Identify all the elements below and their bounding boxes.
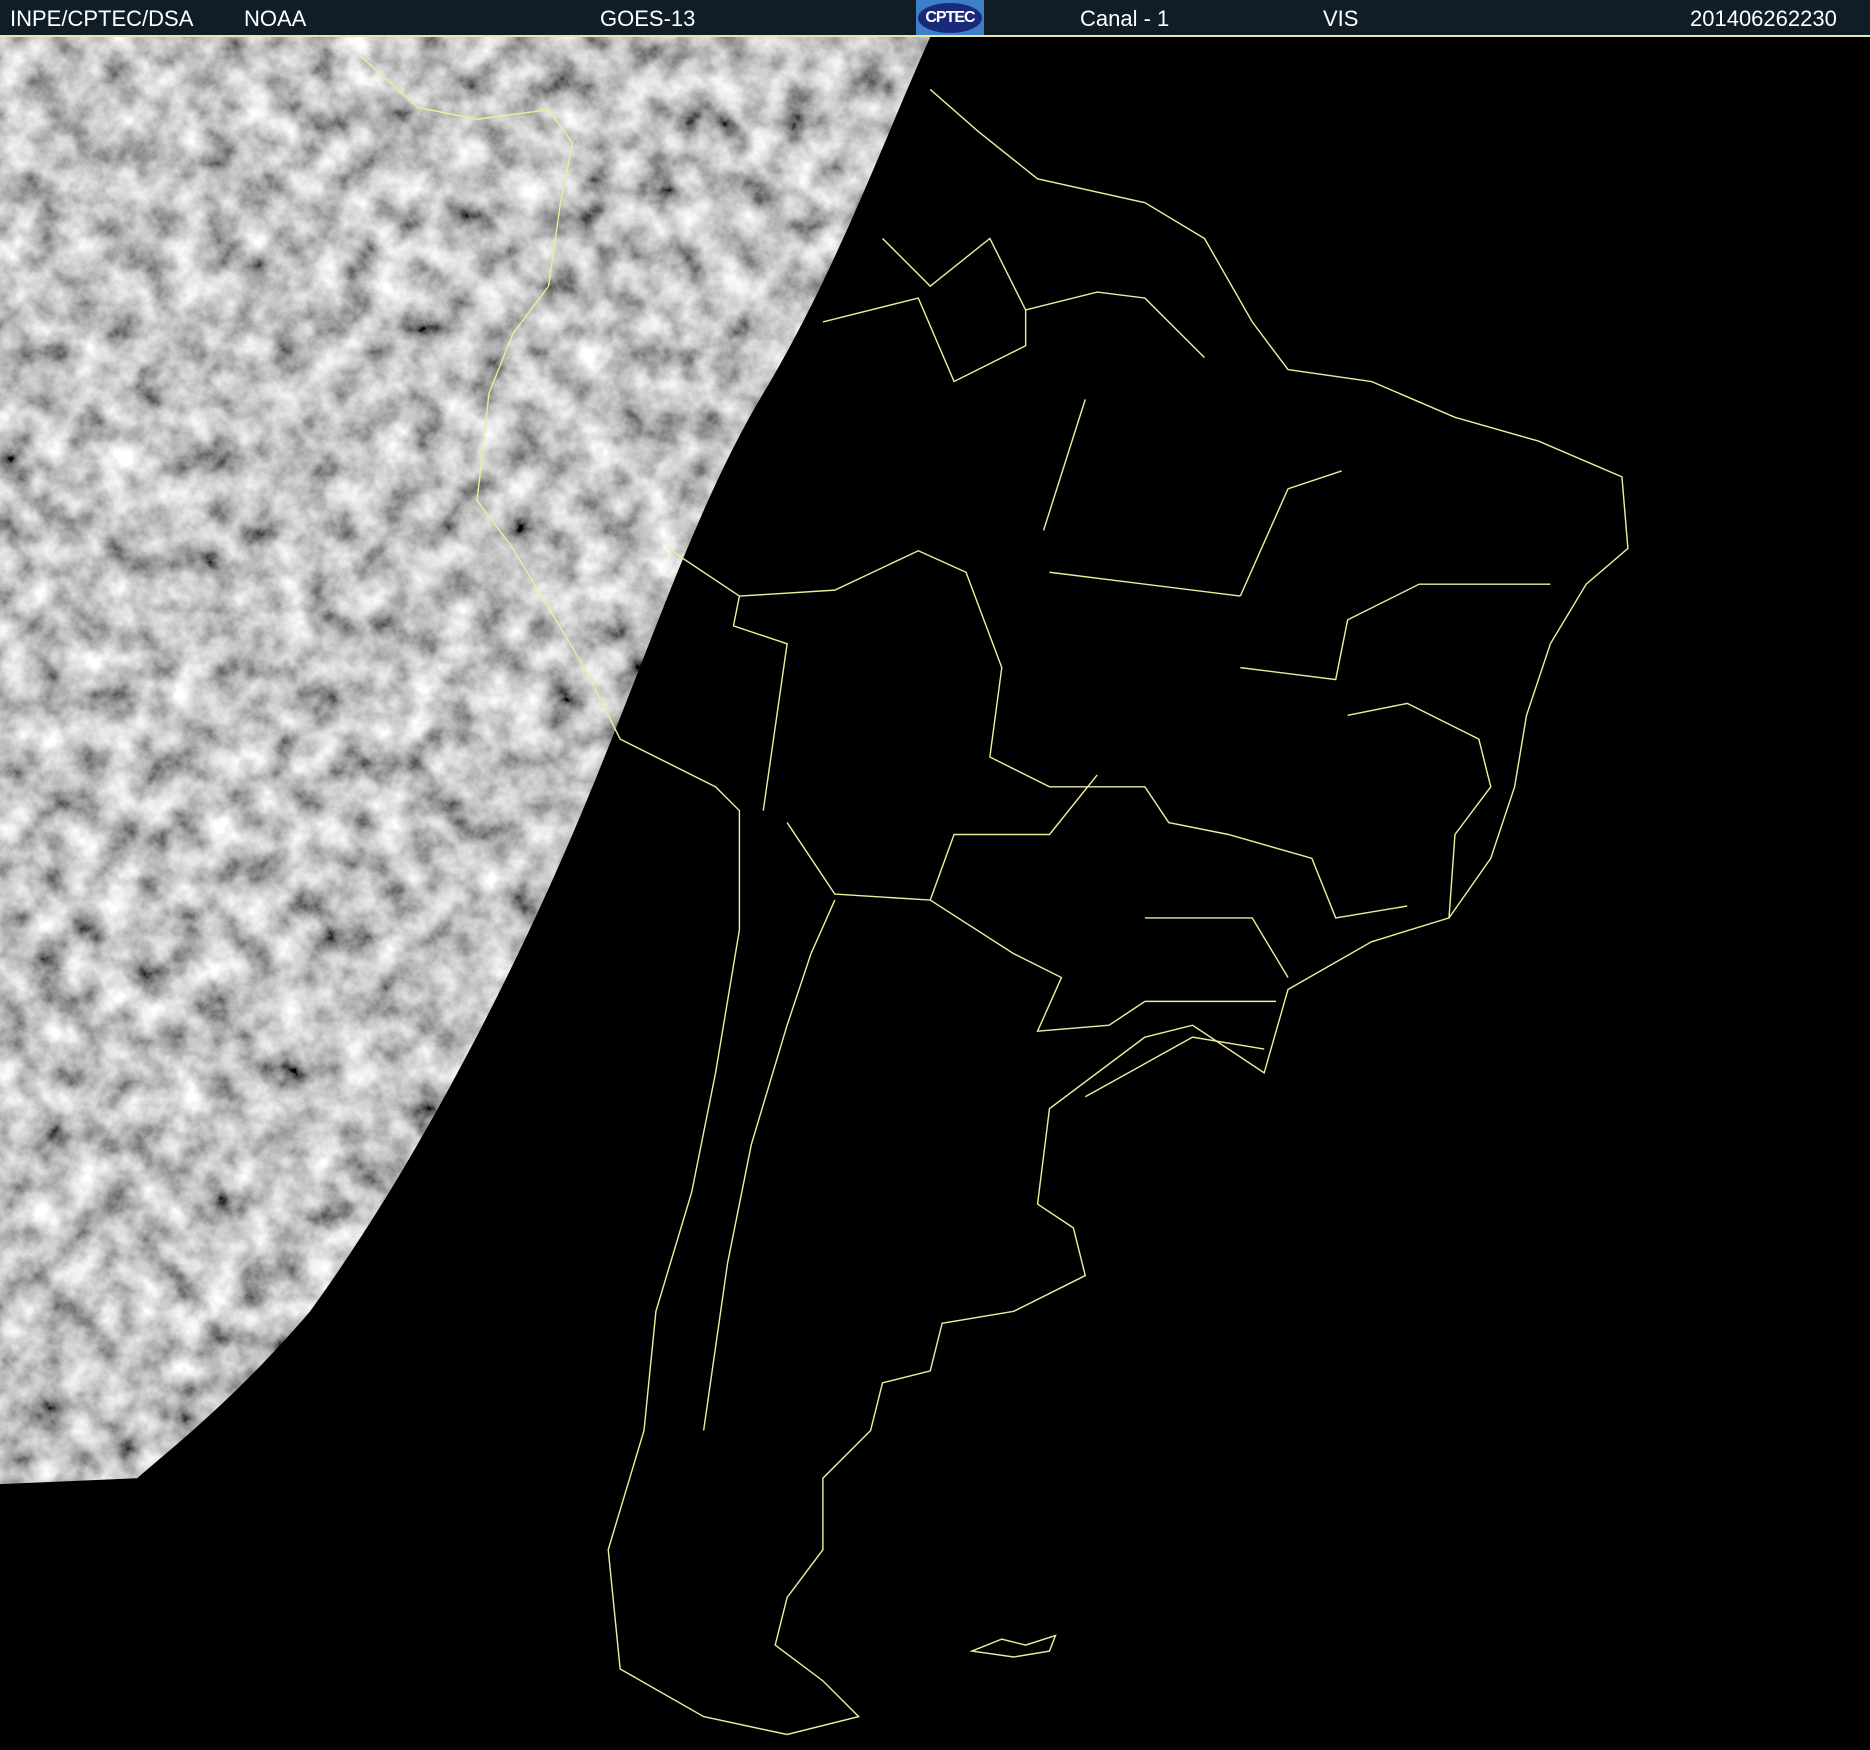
cptec-logo: CPTEC <box>916 0 984 35</box>
image-header: INPE/CPTEC/DSA NOAA GOES-13 CPTEC Canal … <box>0 0 1870 37</box>
satellite-label: GOES-13 <box>600 6 696 31</box>
channel-label: Canal - 1 <box>1080 6 1170 31</box>
agency-label: NOAA <box>244 6 307 31</box>
band-label: VIS <box>1323 6 1359 31</box>
source-label: INPE/CPTEC/DSA <box>10 6 194 31</box>
cptec-logo-text: CPTEC <box>918 2 982 33</box>
satellite-map <box>0 37 1870 1750</box>
timestamp-label: 201406262230 <box>1690 6 1837 31</box>
